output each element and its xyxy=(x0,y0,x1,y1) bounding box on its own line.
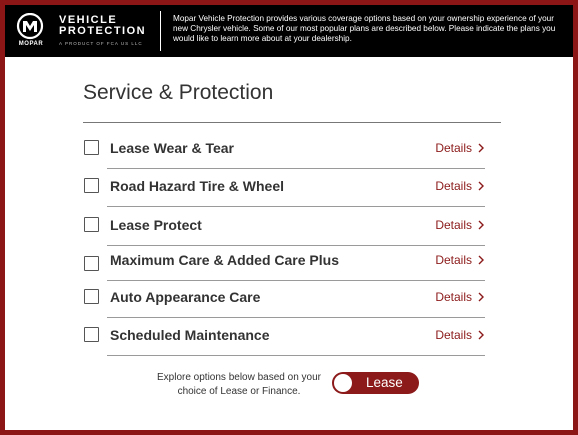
plan-row-road-hazard: Road Hazard Tire & Wheel Details xyxy=(83,178,485,208)
chevron-right-icon xyxy=(478,181,484,191)
plan-row-maximum-care: Maximum Care & Added Care Plus Details xyxy=(83,252,485,282)
plan-label: Lease Wear & Tear xyxy=(110,140,234,156)
plan-label: Maximum Care & Added Care Plus xyxy=(110,252,339,268)
plan-checkbox[interactable] xyxy=(84,178,99,193)
details-link[interactable]: Details xyxy=(435,218,485,232)
plan-label: Lease Protect xyxy=(110,217,202,233)
details-label: Details xyxy=(435,218,472,232)
plan-checkbox[interactable] xyxy=(84,327,99,342)
page-title: Service & Protection xyxy=(83,81,274,104)
chevron-right-icon xyxy=(478,143,484,153)
chevron-right-icon xyxy=(478,255,484,265)
plan-checkbox[interactable] xyxy=(84,140,99,155)
header-divider xyxy=(160,11,161,51)
plan-row-scheduled-maintenance: Scheduled Maintenance Details xyxy=(83,327,485,357)
plan-checkbox[interactable] xyxy=(84,256,99,271)
plan-row-lease-wear-tear: Lease Wear & Tear Details xyxy=(83,140,485,170)
chevron-right-icon xyxy=(478,330,484,340)
plan-checkbox[interactable] xyxy=(84,289,99,304)
details-label: Details xyxy=(435,290,472,304)
details-link[interactable]: Details xyxy=(435,253,485,267)
chevron-right-icon xyxy=(478,292,484,302)
plan-label: Road Hazard Tire & Wheel xyxy=(110,178,285,194)
toggle-knob xyxy=(334,374,352,392)
row-divider xyxy=(107,168,485,169)
brand-tagline: A PRODUCT OF FCA US LLC xyxy=(59,41,143,46)
row-divider xyxy=(107,280,485,281)
plan-row-auto-appearance: Auto Appearance Care Details xyxy=(83,289,485,319)
row-divider xyxy=(107,206,485,207)
app-frame: MOPAR VEHICLE PROTECTION A PRODUCT OF FC… xyxy=(5,5,573,430)
brand-title: VEHICLE PROTECTION xyxy=(59,15,146,37)
plan-row-lease-protect: Lease Protect Details xyxy=(83,217,485,247)
toggle-label: Lease xyxy=(366,375,403,390)
brand-title-line2: PROTECTION xyxy=(59,25,147,37)
header-bar: MOPAR VEHICLE PROTECTION A PRODUCT OF FC… xyxy=(5,5,573,57)
details-link[interactable]: Details xyxy=(435,141,485,155)
details-label: Details xyxy=(435,328,472,342)
lease-finance-toggle[interactable]: Lease xyxy=(332,372,419,394)
row-divider xyxy=(107,355,485,356)
details-label: Details xyxy=(435,141,472,155)
mopar-wordmark: MOPAR xyxy=(18,41,44,47)
details-link[interactable]: Details xyxy=(435,328,485,342)
row-divider xyxy=(107,317,485,318)
title-divider xyxy=(83,122,501,123)
details-label: Details xyxy=(435,179,472,193)
plan-checkbox[interactable] xyxy=(84,217,99,232)
row-divider xyxy=(107,245,485,246)
intro-text: Mopar Vehicle Protection provides variou… xyxy=(173,14,556,44)
chevron-right-icon xyxy=(478,220,484,230)
details-link[interactable]: Details xyxy=(435,290,485,304)
plan-label: Scheduled Maintenance xyxy=(110,327,270,343)
details-link[interactable]: Details xyxy=(435,179,485,193)
details-label: Details xyxy=(435,253,472,267)
explore-options-text: Explore options below based on your choi… xyxy=(157,372,321,397)
plan-label: Auto Appearance Care xyxy=(110,289,261,305)
